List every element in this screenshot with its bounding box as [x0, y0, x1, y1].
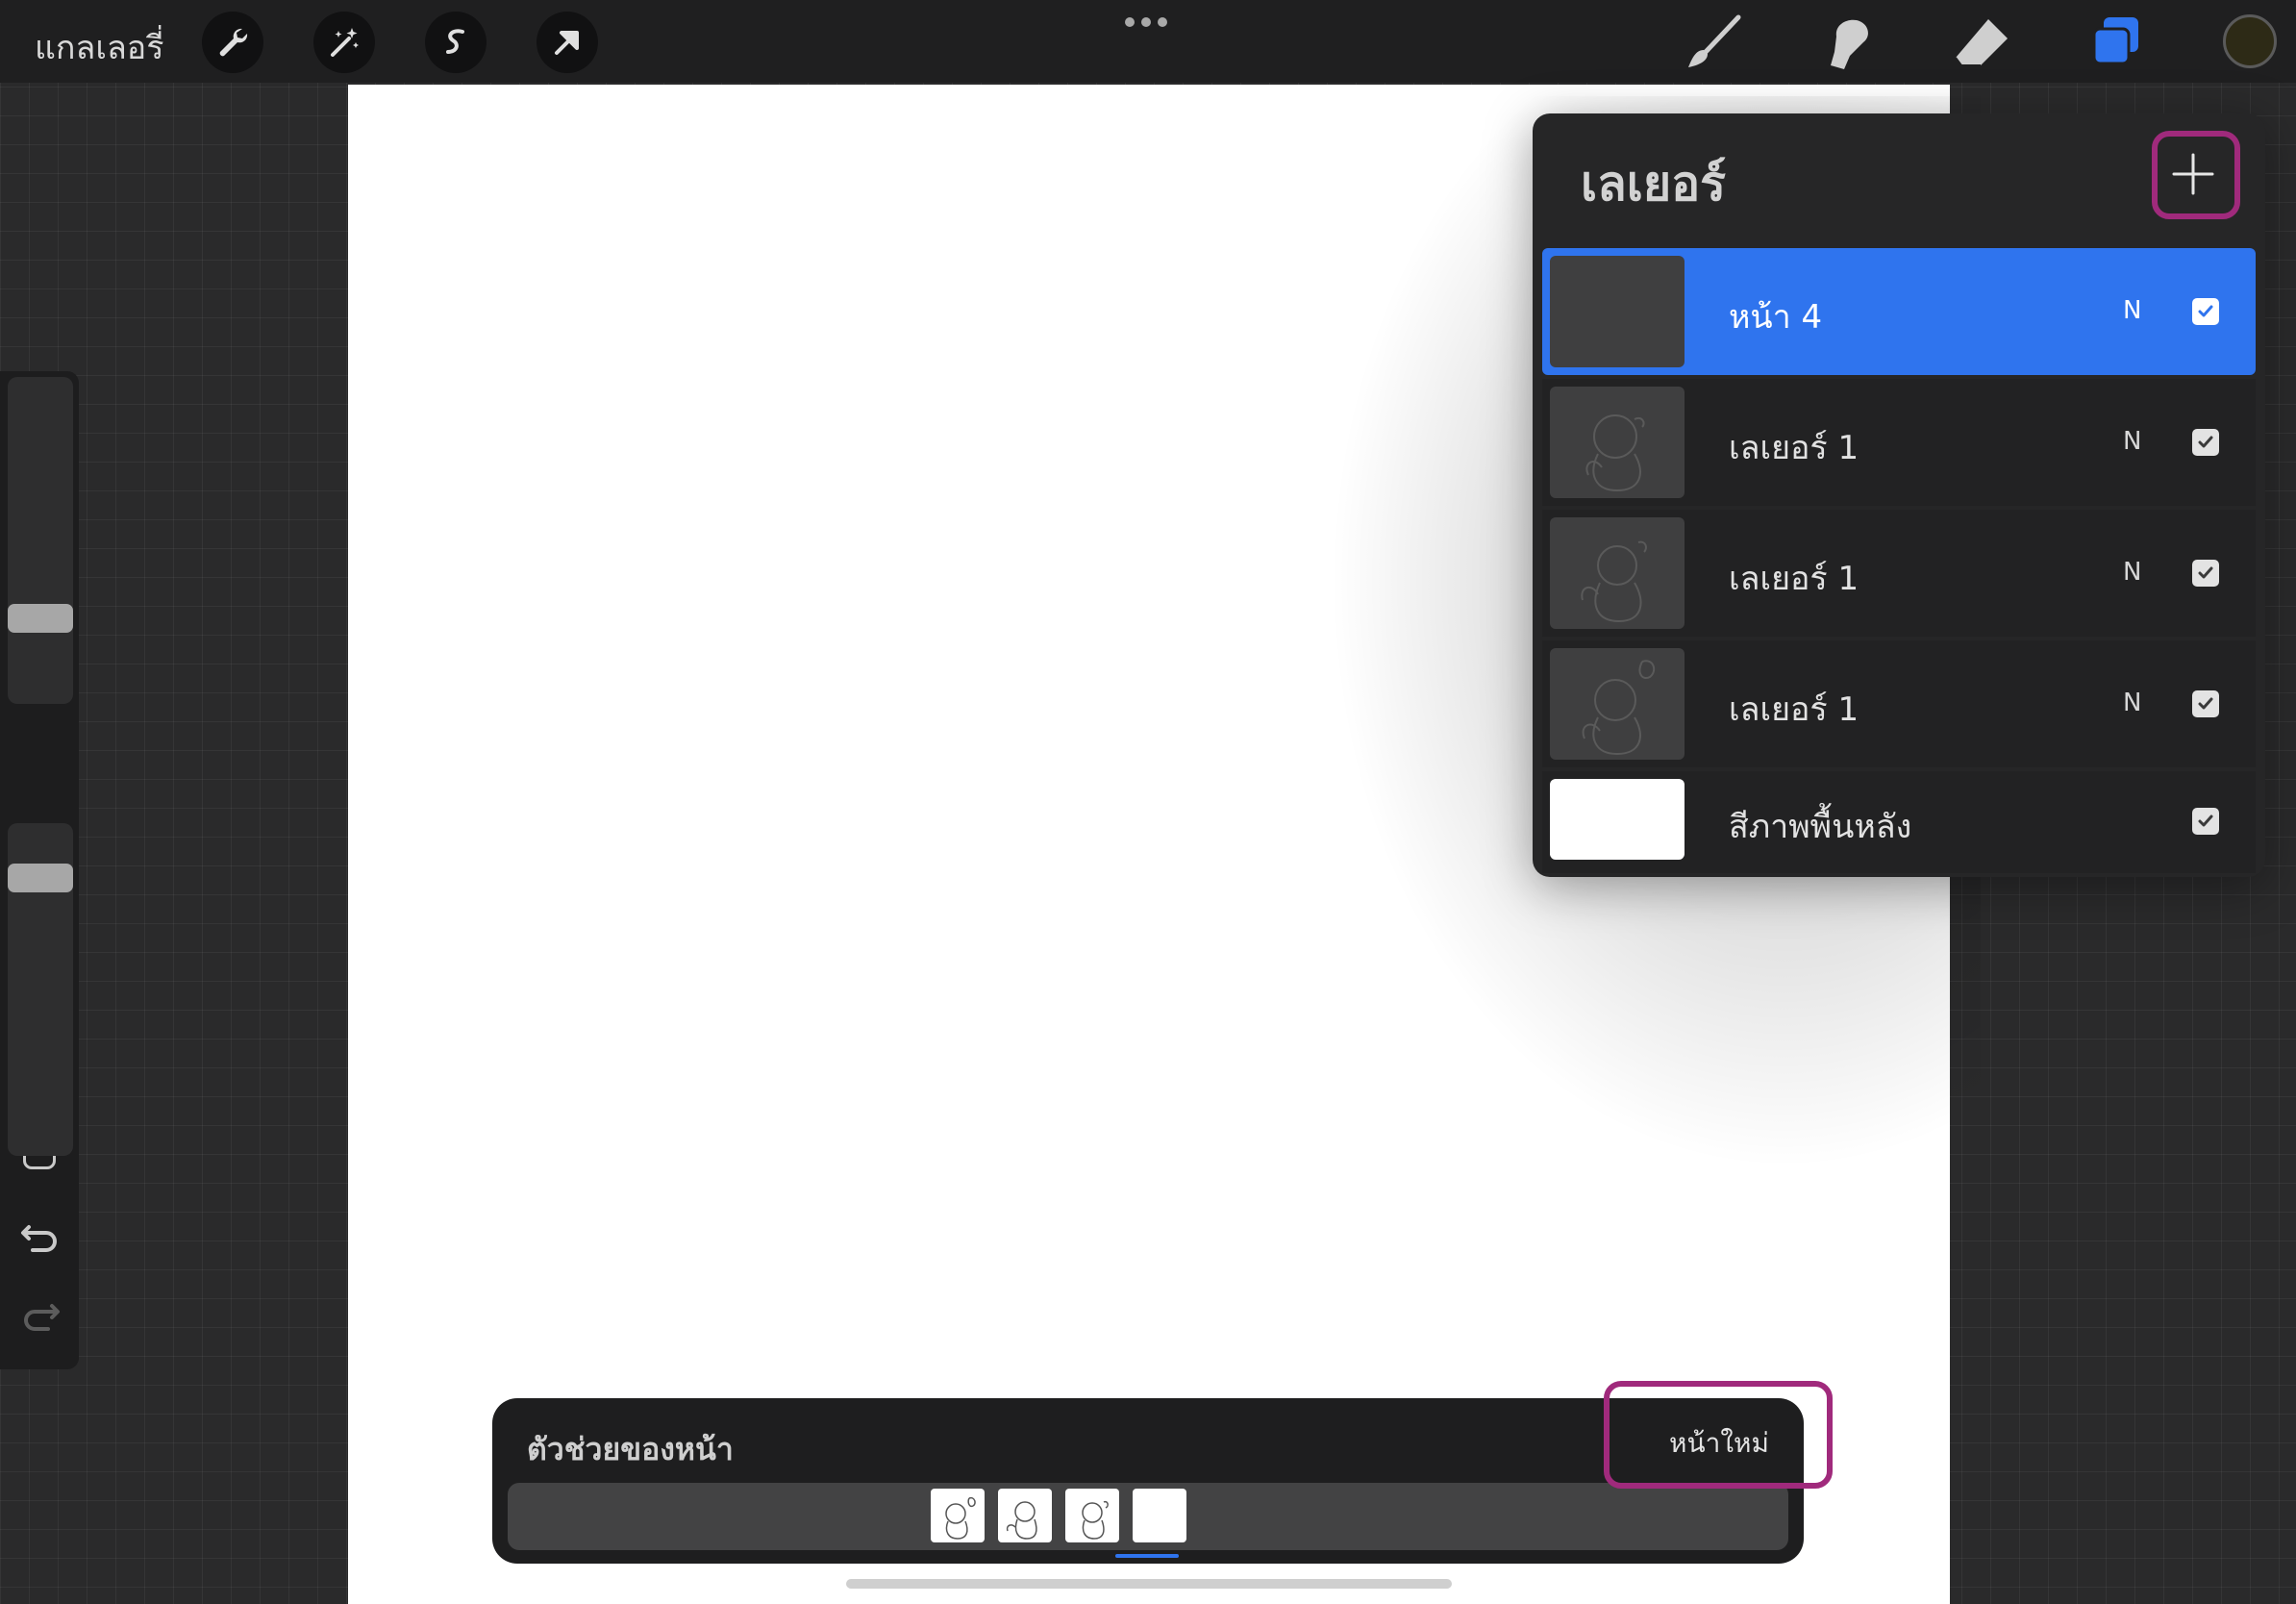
- checkmark-icon: [2198, 566, 2213, 579]
- layer-thumbnail: [1550, 648, 1685, 760]
- layer-visibility-checkbox[interactable]: [2192, 429, 2219, 456]
- selected-page-indicator: [1115, 1554, 1179, 1558]
- page-thumbnail[interactable]: [1065, 1489, 1119, 1542]
- layers-panel: เลเยอร์ หน้า 4 N เลเยอร์ 1 N เลเยอร์ 1 N: [1533, 113, 2265, 877]
- home-indicator: [846, 1579, 1452, 1589]
- brush-size-handle[interactable]: [8, 604, 73, 633]
- layer-visibility-checkbox[interactable]: [2192, 690, 2219, 717]
- layer-name: เลเยอร์ 1: [1729, 690, 1859, 729]
- layer-visibility-checkbox[interactable]: [2192, 808, 2219, 835]
- layer-row[interactable]: เลเยอร์ 1 N: [1542, 510, 2256, 637]
- layer-thumbnail: [1550, 387, 1685, 498]
- checkmark-icon: [2198, 436, 2213, 448]
- layer-visibility-checkbox[interactable]: [2192, 560, 2219, 587]
- left-sidebar: [0, 371, 79, 1369]
- undo-icon[interactable]: [19, 1217, 62, 1256]
- blend-mode-button[interactable]: N: [2123, 689, 2141, 717]
- top-toolbar: แกลเลอรี่: [0, 0, 2296, 83]
- page-thumbnail[interactable]: [931, 1489, 985, 1542]
- redo-icon[interactable]: [19, 1296, 62, 1335]
- page-assist-title: ตัวช่วยของหน้า: [527, 1431, 734, 1467]
- selection-icon[interactable]: [425, 12, 487, 73]
- layer-name: สีภาพพื้นหลัง: [1729, 808, 1912, 846]
- transform-arrow-icon[interactable]: [537, 12, 598, 73]
- eraser-icon[interactable]: [1952, 13, 2013, 71]
- gallery-button[interactable]: แกลเลอรี่: [35, 21, 163, 73]
- layer-name: หน้า 4: [1729, 298, 1823, 337]
- blend-mode-button[interactable]: N: [2123, 296, 2141, 325]
- layers-icon[interactable]: [2086, 13, 2148, 71]
- page-thumbnail[interactable]: [998, 1489, 1052, 1542]
- background-color-swatch[interactable]: [1550, 779, 1685, 860]
- layer-thumbnail: [1550, 517, 1685, 629]
- checkmark-icon: [2198, 305, 2213, 317]
- layer-visibility-checkbox[interactable]: [2192, 298, 2219, 325]
- page-thumbnail-selected[interactable]: [1133, 1489, 1186, 1542]
- color-picker-button[interactable]: [2223, 14, 2277, 68]
- smudge-icon[interactable]: [1817, 13, 1879, 71]
- layer-name: เลเยอร์ 1: [1729, 429, 1859, 467]
- brush-size-slider[interactable]: [8, 377, 73, 704]
- brush-icon[interactable]: [1683, 13, 1744, 71]
- layer-row[interactable]: เลเยอร์ 1 N: [1542, 379, 2256, 506]
- new-page-highlight: [1604, 1381, 1833, 1489]
- blend-mode-button[interactable]: N: [2123, 558, 2141, 587]
- wrench-icon[interactable]: [202, 12, 263, 73]
- page-strip: [508, 1483, 1788, 1550]
- layer-name: เลเยอร์ 1: [1729, 560, 1859, 598]
- more-options-icon[interactable]: [1125, 17, 1167, 27]
- layer-thumbnail: [1550, 256, 1685, 367]
- checkmark-icon: [2198, 815, 2213, 827]
- checkmark-icon: [2198, 697, 2213, 710]
- opacity-handle[interactable]: [8, 864, 73, 892]
- layer-row[interactable]: เลเยอร์ 1 N: [1542, 640, 2256, 767]
- blend-mode-button[interactable]: N: [2123, 427, 2141, 456]
- layer-row-background-color[interactable]: สีภาพพื้นหลัง: [1542, 771, 2256, 873]
- layers-title: เลเยอร์: [1581, 156, 1727, 212]
- magic-wand-icon[interactable]: [313, 12, 375, 73]
- add-layer-highlight: [2152, 131, 2240, 219]
- layer-row-page-4[interactable]: หน้า 4 N: [1542, 248, 2256, 375]
